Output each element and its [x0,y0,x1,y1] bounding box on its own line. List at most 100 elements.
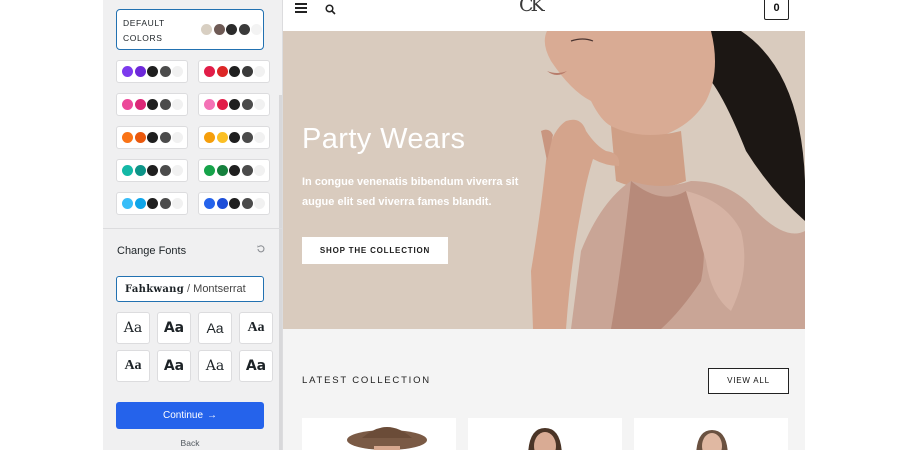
color-swatch [204,198,215,209]
color-swatch [241,198,253,209]
continue-button[interactable]: Continue → [116,402,264,429]
color-swatch [122,66,133,77]
view-all-button[interactable]: VIEW ALL [708,368,789,394]
hero-model-image [531,31,805,329]
color-scheme-option[interactable] [198,192,270,215]
continue-label: Continue [162,410,204,421]
hero-title: Party Wears [302,123,466,155]
color-swatch [254,132,265,143]
search-icon[interactable] [325,2,336,15]
back-link[interactable]: Back [103,438,277,448]
color-swatch [134,66,146,77]
change-fonts-title: Change Fonts [117,245,187,257]
color-swatch [229,99,240,110]
color-swatch [204,132,215,143]
color-scheme-swatches [122,99,185,110]
color-swatch [147,66,158,77]
default-colors-label: DEFAULT COLORS [123,18,165,43]
color-scheme-swatches [122,132,185,143]
font-pair-option[interactable]: Aa [198,312,232,344]
color-swatch [122,99,133,110]
site-logo[interactable]: CK [519,0,545,16]
color-swatch [159,99,171,110]
color-swatch [229,132,240,143]
color-swatch [159,198,171,209]
color-scheme-option[interactable] [116,192,188,215]
color-swatch [204,165,215,176]
color-swatch [201,24,212,35]
color-swatch [172,66,183,77]
color-swatch [134,99,146,110]
color-scheme-option[interactable] [116,93,188,116]
color-swatch [134,198,146,209]
color-scheme-option[interactable] [116,60,188,83]
color-swatch [122,165,133,176]
font-pair-option[interactable]: Aa [116,312,150,344]
font-pair-select[interactable]: Fahkwang / Montserrat [116,276,264,302]
color-swatch [172,132,183,143]
color-scheme-swatches [204,198,267,209]
body-font-name: Montserrat [193,283,246,295]
color-swatch [159,132,171,143]
color-swatch [216,165,228,176]
hero-banner: Party Wears In congue venenatis bibendum… [283,31,805,329]
divider [103,228,282,229]
blank-area [805,0,900,450]
font-pair-option[interactable]: Aa [198,350,232,382]
color-scheme-swatches [204,99,267,110]
font-pair-option[interactable]: Aa [157,350,191,382]
color-swatch [216,99,228,110]
font-pair-option[interactable]: Aa [157,312,191,344]
color-swatch [216,132,228,143]
color-scheme-option[interactable] [116,159,188,182]
product-image [528,428,562,450]
product-card[interactable] [634,418,788,450]
menu-icon[interactable] [295,3,307,15]
font-pair-option[interactable]: Aa [116,350,150,382]
shop-collection-button[interactable]: SHOP THE COLLECTION [302,237,448,264]
color-scheme-option[interactable] [198,60,270,83]
site-header: CK 0 [283,0,805,31]
color-swatch [241,66,253,77]
font-separator: / [183,283,194,295]
product-card[interactable] [302,418,456,450]
color-swatch [122,132,133,143]
font-pair-option[interactable]: Aa [239,312,273,344]
hero-description: In congue venenatis bibendum viverra sit… [302,176,519,208]
color-scheme-swatches [122,198,185,209]
site-preview: CK 0 Party Wears In congue venenatis bib… [283,0,805,450]
color-swatch [147,198,158,209]
color-swatch [147,132,158,143]
color-swatch [229,198,240,209]
color-swatch [254,198,265,209]
color-swatch [204,66,215,77]
product-card[interactable] [468,418,622,450]
color-swatch [147,165,158,176]
color-scheme-swatches [204,66,267,77]
color-scheme-option[interactable] [198,126,270,149]
color-scheme-swatches [204,165,267,176]
arrow-right-icon: → [207,410,218,421]
product-image [347,427,427,450]
color-swatch [159,165,171,176]
customizer-panel: DEFAULT COLORS Change Fonts Fahkwang / M… [103,0,283,450]
color-swatch [254,66,265,77]
font-pair-option[interactable]: Aa [239,350,273,382]
color-swatch [241,99,253,110]
panel-scrollbar[interactable] [279,95,282,450]
color-scheme-option[interactable] [198,93,270,116]
cart-button[interactable]: 0 [764,0,789,20]
color-scheme-swatches [204,132,267,143]
color-swatch [172,198,183,209]
color-swatch [254,99,265,110]
color-scheme-option[interactable] [116,126,188,149]
reset-icon[interactable] [255,244,267,256]
default-colors-option[interactable]: DEFAULT COLORS [116,9,264,50]
color-swatch [229,165,240,176]
color-swatch [159,66,171,77]
product-image [696,430,728,450]
color-scheme-option[interactable] [198,159,270,182]
default-colors-swatches [201,24,264,35]
color-swatch [204,99,215,110]
color-swatch [216,66,228,77]
